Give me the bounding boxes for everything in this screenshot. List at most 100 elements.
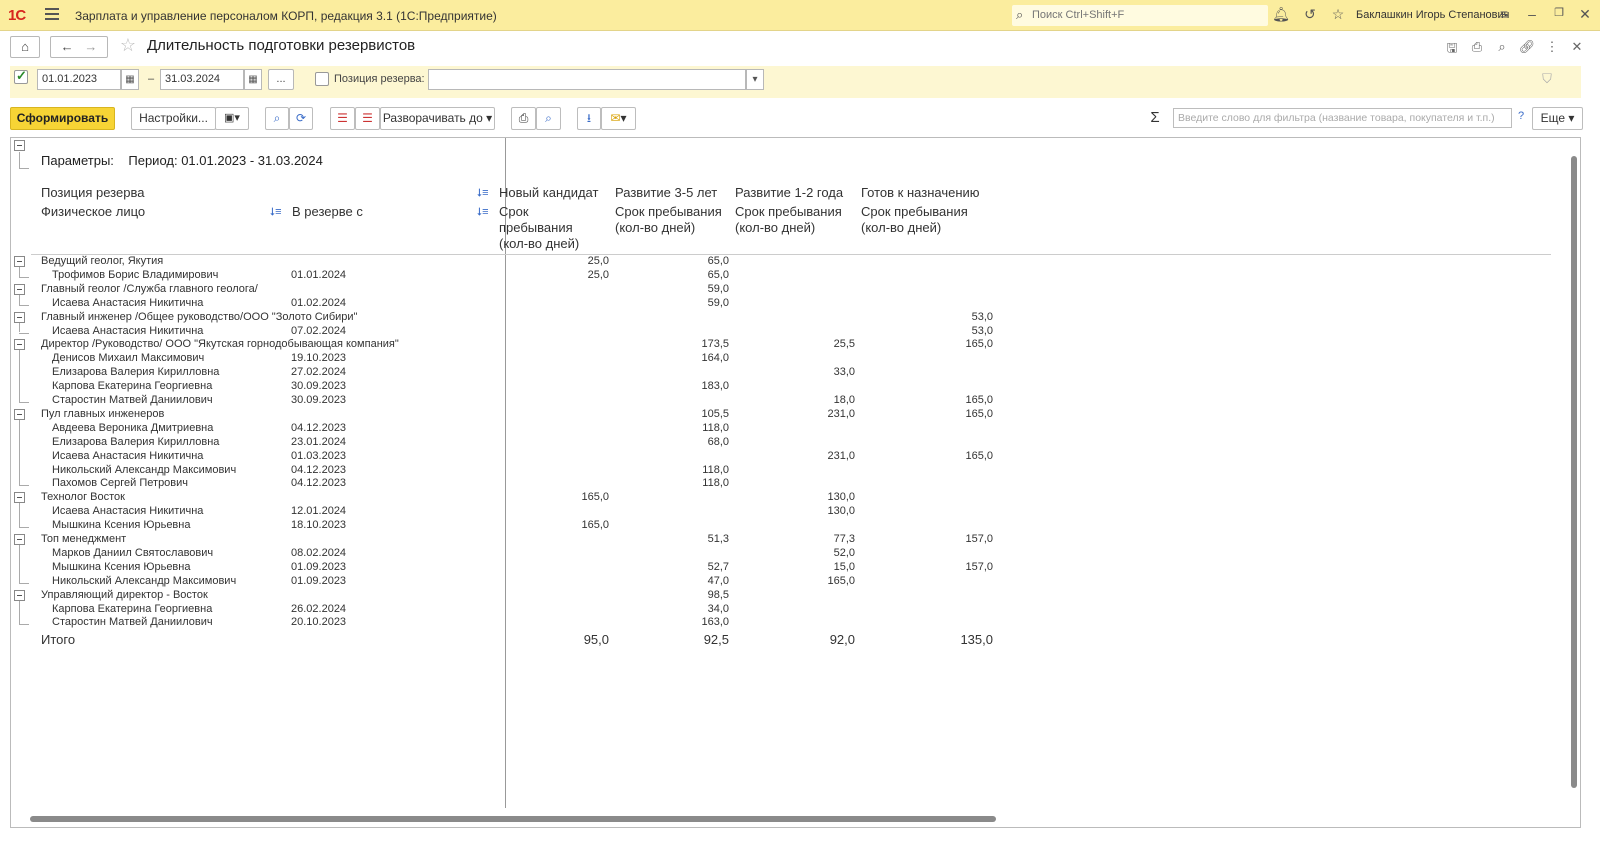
group-row-name[interactable]: Главный инженер /Общее руководство/ООО "…	[41, 311, 357, 323]
sum-icon[interactable]: Σ	[1146, 109, 1164, 126]
duration-value[interactable]: 118,0	[659, 422, 729, 434]
duration-value[interactable]: 65,0	[659, 255, 729, 267]
period-checkbox[interactable]	[14, 68, 28, 84]
duration-value[interactable]: 163,0	[659, 616, 729, 628]
duration-value[interactable]: 25,0	[539, 269, 609, 281]
person-row-name[interactable]: Марков Даниил Святославович	[52, 547, 213, 559]
duration-value[interactable]: 157,0	[923, 533, 993, 545]
in-reserve-since-date[interactable]: 20.10.2023	[291, 616, 346, 628]
in-reserve-since-date[interactable]: 04.12.2023	[291, 464, 346, 476]
duration-value[interactable]: 105,5	[659, 408, 729, 420]
person-row-name[interactable]: Никольский Александр Максимович	[52, 575, 236, 587]
vertical-scrollbar[interactable]	[1568, 138, 1580, 810]
position-field[interactable]	[428, 69, 746, 90]
duration-value[interactable]: 165,0	[923, 450, 993, 462]
bell-icon[interactable]: 🔔︎	[1272, 6, 1290, 23]
duration-value[interactable]: 25,0	[539, 255, 609, 267]
in-reserve-since-date[interactable]: 23.01.2024	[291, 436, 346, 448]
print-button[interactable]: ⎙	[511, 107, 536, 130]
duration-value[interactable]: 130,0	[785, 505, 855, 517]
person-row-name[interactable]: Старостин Матвей Даниилович	[52, 616, 213, 628]
group-row-name[interactable]: Директор /Руководство/ ООО "Якутская гор…	[41, 338, 399, 350]
duration-value[interactable]: 118,0	[659, 477, 729, 489]
link-icon[interactable]: 🔗︎	[1518, 39, 1536, 55]
group-row-name[interactable]: Топ менеджмент	[41, 533, 126, 545]
back-icon[interactable]: ←	[61, 39, 74, 54]
sort-icon[interactable]: ⭣≡	[477, 206, 489, 219]
report-filter-input[interactable]: Введите слово для фильтра (название това…	[1173, 108, 1512, 128]
home-button[interactable]: ⌂	[10, 36, 40, 58]
restore-icon[interactable]: ❐	[1550, 6, 1568, 19]
group-row-name[interactable]: Технолог Восток	[41, 491, 125, 503]
period-select-button[interactable]: ...	[268, 69, 294, 90]
duration-value[interactable]: 15,0	[785, 561, 855, 573]
duration-value[interactable]: 53,0	[923, 311, 993, 323]
app-logo[interactable]: 1С	[8, 7, 26, 24]
in-reserve-since-date[interactable]: 01.01.2024	[291, 269, 346, 281]
duration-value[interactable]: 165,0	[923, 338, 993, 350]
duration-value[interactable]: 165,0	[923, 408, 993, 420]
in-reserve-since-date[interactable]: 01.09.2023	[291, 575, 346, 587]
person-row-name[interactable]: Денисов Михаил Максимович	[52, 352, 204, 364]
date-from-field[interactable]: 01.01.2023	[37, 69, 121, 90]
global-search[interactable]: ⌕	[1012, 5, 1268, 26]
duration-value[interactable]: 34,0	[659, 603, 729, 615]
vertical-scroll-thumb[interactable]	[1571, 156, 1577, 788]
duration-value[interactable]: 173,5	[659, 338, 729, 350]
position-checkbox[interactable]	[315, 72, 329, 86]
duration-value[interactable]: 18,0	[785, 394, 855, 406]
group-row-name[interactable]: Главный геолог /Служба главного геолога/	[41, 283, 258, 295]
settings-button[interactable]: Настройки...	[131, 107, 216, 130]
duration-value[interactable]: 59,0	[659, 297, 729, 309]
person-row-name[interactable]: Елизарова Валерия Кирилловна	[52, 366, 219, 378]
expand-all-button[interactable]: ☰	[330, 107, 355, 130]
person-row-name[interactable]: Трофимов Борис Владимирович	[52, 269, 218, 281]
collapse-group-toggle[interactable]	[14, 492, 25, 504]
in-reserve-since-date[interactable]: 04.12.2023	[291, 422, 346, 434]
collapse-group-toggle[interactable]	[14, 339, 25, 351]
duration-value[interactable]: 231,0	[785, 450, 855, 462]
duration-value[interactable]: 25,5	[785, 338, 855, 350]
history-icon[interactable]: ↺	[1301, 6, 1319, 23]
horizontal-scrollbar[interactable]	[11, 811, 1571, 827]
person-row-name[interactable]: Пахомов Сергей Петрович	[52, 477, 188, 489]
collapse-all-button[interactable]: ☰	[355, 107, 380, 130]
forward-icon[interactable]: →	[84, 39, 97, 54]
in-reserve-since-date[interactable]: 30.09.2023	[291, 380, 346, 392]
save-icon[interactable]: 🖫	[1443, 39, 1461, 61]
main-menu-icon[interactable]	[45, 8, 59, 20]
duration-value[interactable]: 165,0	[785, 575, 855, 587]
duration-value[interactable]: 51,3	[659, 533, 729, 545]
collapse-group-toggle[interactable]	[14, 408, 25, 420]
preview-icon[interactable]: ⌕	[1493, 39, 1511, 55]
find-next-button[interactable]: ⟳	[289, 107, 313, 130]
in-reserve-since-date[interactable]: 27.02.2024	[291, 366, 346, 378]
report-area[interactable]: Параметры: Период: 01.01.2023 - 31.03.20…	[10, 137, 1581, 828]
group-row-name[interactable]: Ведущий геолог, Якутия	[41, 255, 163, 267]
sort-icon[interactable]: ⭣≡	[477, 187, 489, 200]
more-actions-icon[interactable]: ⋮	[1543, 39, 1561, 55]
duration-value[interactable]: 130,0	[785, 491, 855, 503]
help-icon[interactable]: ?	[1512, 110, 1530, 122]
person-row-name[interactable]: Исаева Анастасия Никитична	[52, 505, 203, 517]
duration-value[interactable]: 77,3	[785, 533, 855, 545]
group-row-name[interactable]: Управляющий директор - Восток	[41, 589, 208, 601]
duration-value[interactable]: 47,0	[659, 575, 729, 587]
person-row-name[interactable]: Мышкина Ксения Юрьевна	[52, 561, 190, 573]
collapse-group-toggle[interactable]	[14, 534, 25, 545]
in-reserve-since-date[interactable]: 08.02.2024	[291, 547, 346, 559]
settings-menu-icon[interactable]: ≡	[1495, 6, 1513, 22]
favorite-star-icon[interactable]: ☆	[119, 35, 137, 56]
duration-value[interactable]: 164,0	[659, 352, 729, 364]
duration-value[interactable]: 165,0	[539, 491, 609, 503]
user-name[interactable]: Баклашкин Игорь Степанович	[1356, 9, 1509, 21]
find-button[interactable]: ⌕	[265, 107, 289, 130]
collapse-group-toggle[interactable]	[14, 283, 25, 295]
duration-value[interactable]: 118,0	[659, 464, 729, 476]
horizontal-scroll-thumb[interactable]	[30, 816, 996, 822]
in-reserve-since-date[interactable]: 04.12.2023	[291, 477, 346, 489]
collapse-group-toggle[interactable]	[14, 311, 25, 323]
save-file-button[interactable]: ⭳	[577, 107, 601, 130]
duration-value[interactable]: 53,0	[923, 325, 993, 337]
date-to-field[interactable]: 31.03.2024	[160, 69, 244, 90]
